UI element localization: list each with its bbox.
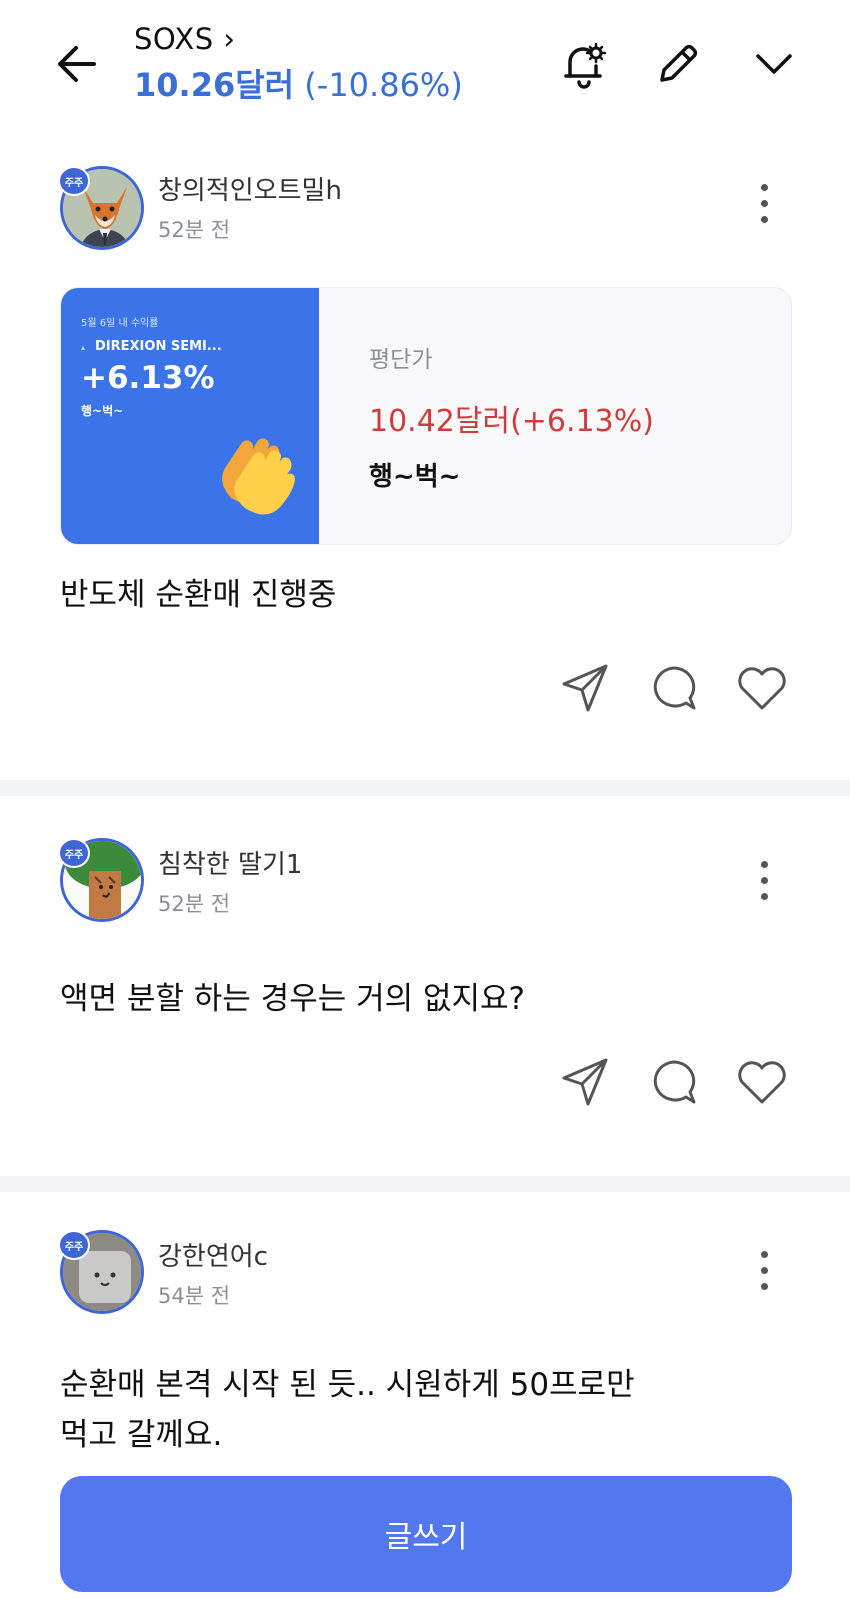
- comment-button[interactable]: [644, 1052, 704, 1112]
- post-time: 52분 전: [158, 892, 231, 916]
- post-options-button[interactable]: [744, 850, 784, 910]
- heart-icon: [738, 1061, 786, 1104]
- send-icon: [562, 1058, 608, 1106]
- ticker-symbol: SOXS: [134, 22, 214, 56]
- dot: [760, 1250, 768, 1258]
- share-button[interactable]: [556, 658, 616, 718]
- shareholder-badge: 주주: [58, 838, 90, 868]
- profit-subtext: 행~벅~: [81, 404, 124, 418]
- fund-name-text: DIREXION SEMI...: [95, 339, 222, 354]
- more-menu-button[interactable]: [746, 36, 802, 92]
- ticker-link[interactable]: SOXS ›: [134, 22, 235, 56]
- profit-card[interactable]: 5월 6일 내 수익률 ▴ DIREXION SEMI... +6.13% 행~벅…: [60, 287, 792, 545]
- post-body-line: 순환매 본격 시작 된 듯.. 시원하게 50프로만: [60, 1367, 635, 1403]
- dot: [760, 892, 768, 900]
- write-post-button[interactable]: [650, 36, 706, 92]
- dot: [760, 860, 768, 868]
- speech-bubble-icon: [653, 1060, 696, 1104]
- profit-percent: +6.13%: [81, 360, 215, 396]
- post-body[interactable]: 순환매 본격 시작 된 듯.. 시원하게 50프로만 먹고 갈께요.: [60, 1360, 800, 1460]
- heart-icon: [738, 667, 786, 710]
- back-button[interactable]: [50, 36, 106, 92]
- shareholder-badge: 주주: [58, 166, 90, 196]
- comment-button[interactable]: [644, 658, 704, 718]
- post-time: 52분 전: [158, 218, 231, 242]
- dot: [760, 199, 768, 207]
- post-body[interactable]: 액면 분할 하는 경우는 거의 없지요?: [60, 974, 800, 1024]
- avg-price-value: 10.42달러(+6.13%): [369, 404, 654, 439]
- post-divider: [0, 1176, 850, 1192]
- speech-bubble-icon: [653, 666, 696, 710]
- dot: [760, 183, 768, 191]
- bell-settings-icon: [564, 42, 607, 89]
- price-line: 10.26달러 (-10.86%): [134, 60, 463, 106]
- post-options-button[interactable]: [744, 173, 784, 233]
- like-button[interactable]: [732, 1052, 792, 1112]
- share-button[interactable]: [556, 1052, 616, 1112]
- alarm-settings-button[interactable]: [556, 36, 612, 92]
- profit-card-image: 5월 6일 내 수익률 ▴ DIREXION SEMI... +6.13% 행~벅…: [61, 288, 319, 544]
- username[interactable]: 침착한 딸기1: [158, 844, 302, 881]
- avg-price-panel: 평단가 10.42달러(+6.13%) 행~벅~: [319, 288, 791, 544]
- back-arrow-icon: [58, 46, 96, 82]
- post-options-button[interactable]: [744, 1240, 784, 1300]
- dot: [760, 876, 768, 884]
- like-button[interactable]: [732, 658, 792, 718]
- top-bar: SOXS › 10.26달러 (-10.86%): [0, 0, 850, 120]
- profit-date-caption: 5월 6일 내 수익률: [81, 318, 159, 329]
- clapping-hands-icon: [222, 438, 295, 515]
- dot: [760, 1266, 768, 1274]
- post-body[interactable]: 반도체 순환매 진행중: [60, 570, 800, 620]
- fund-logo-icon: ▴: [81, 343, 86, 352]
- post: 주주 창의적인오트밀h 52분 전 5월 6일 내 수익률 ▴ DIREXION …: [0, 120, 850, 780]
- pencil-icon: [660, 44, 698, 82]
- current-price: 10.26달러: [134, 66, 295, 104]
- post-actions: [556, 658, 796, 718]
- post-actions: [556, 1052, 796, 1112]
- write-button[interactable]: 글쓰기: [60, 1476, 792, 1592]
- chevron-right-icon: ›: [223, 22, 236, 56]
- shareholder-badge: 주주: [58, 1230, 90, 1260]
- dot: [760, 1282, 768, 1290]
- price-change: (-10.86%): [304, 66, 463, 104]
- post-time: 54분 전: [158, 1284, 231, 1308]
- username[interactable]: 창의적인오트밀h: [158, 170, 342, 207]
- username[interactable]: 강한연어c: [158, 1236, 268, 1273]
- chevron-down-icon: [756, 54, 792, 74]
- fund-name: ▴ DIREXION SEMI...: [81, 339, 222, 354]
- post: 주주 침착한 딸기1 52분 전 액면 분할 하는 경우는 거의 없지요?: [0, 796, 850, 1176]
- post-divider: [0, 780, 850, 796]
- avg-price-label: 평단가: [369, 347, 433, 373]
- post-body-line: 먹고 갈께요.: [60, 1417, 223, 1453]
- dot: [760, 215, 768, 223]
- card-comment: 행~벅~: [369, 462, 461, 492]
- send-icon: [562, 664, 608, 712]
